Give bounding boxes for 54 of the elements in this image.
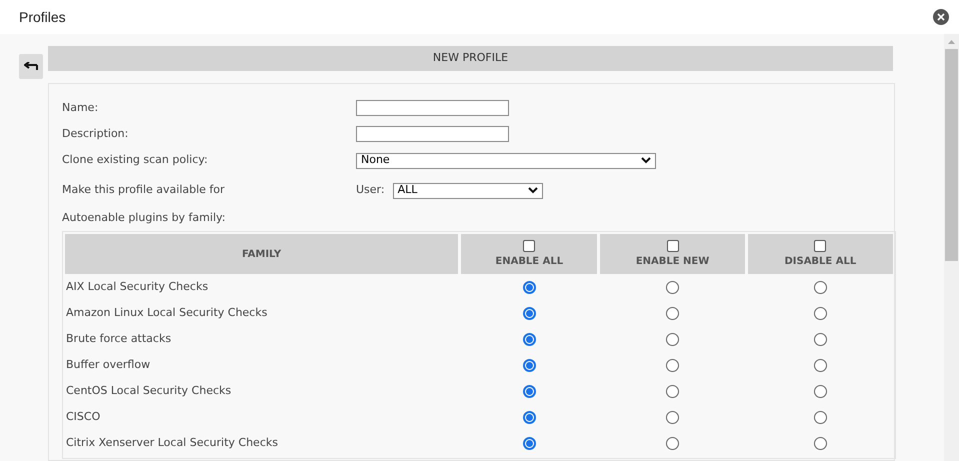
radio-button[interactable]	[814, 280, 827, 294]
text-field[interactable]	[356, 126, 509, 142]
user-label: User:	[356, 182, 385, 198]
header-checkbox[interactable]	[814, 240, 826, 252]
radio-button[interactable]	[522, 384, 536, 398]
family-cell-text: CentOS Local Security Checks	[65, 382, 232, 399]
column-label: DISABLE ALL	[784, 254, 856, 268]
panel-header: NEW PROFILE	[48, 46, 893, 71]
family-cell-text: Brute force attacks	[65, 330, 172, 347]
radio-button[interactable]	[522, 436, 536, 450]
radio-button[interactable]	[666, 358, 680, 372]
radio-button[interactable]	[522, 358, 536, 372]
header-checkbox[interactable]	[523, 240, 536, 252]
header-checkbox[interactable]	[666, 240, 679, 252]
radio-button[interactable]	[522, 410, 536, 424]
close-icon[interactable]	[933, 9, 949, 25]
radio-button[interactable]	[522, 280, 536, 294]
field-label: Make this profile available for	[62, 182, 226, 198]
column-label: ENABLE ALL	[495, 254, 564, 268]
radio-button[interactable]	[666, 280, 680, 294]
family-cell-text: AIX Local Security Checks	[65, 278, 210, 295]
text-field[interactable]	[356, 100, 509, 116]
back-button[interactable]	[19, 54, 43, 79]
scrollbar-thumb[interactable]	[945, 49, 958, 261]
radio-button[interactable]	[522, 306, 536, 320]
radio-button[interactable]	[666, 384, 680, 398]
column-label: ENABLE NEW	[636, 254, 710, 268]
radio-button[interactable]	[814, 306, 827, 320]
scrollbar[interactable]	[944, 34, 959, 461]
radio-button[interactable]	[814, 410, 827, 424]
back-arrow-icon	[24, 62, 38, 72]
radio-button[interactable]	[814, 358, 827, 372]
family-cell-text: CISCO	[65, 408, 102, 425]
radio-button[interactable]	[522, 332, 536, 346]
select-field[interactable]: ALL	[392, 182, 543, 198]
window-title: Profiles	[19, 8, 66, 26]
radio-button[interactable]	[814, 436, 827, 450]
field-label: Description:	[62, 126, 130, 142]
radio-button[interactable]	[666, 306, 680, 320]
radio-button[interactable]	[666, 410, 680, 424]
family-cell-text: Buffer overflow	[65, 356, 152, 373]
family-cell-text: Amazon Linux Local Security Checks	[65, 304, 268, 321]
radio-button[interactable]	[666, 436, 680, 450]
select-field[interactable]: None	[356, 152, 656, 168]
column-header: FAMILY	[65, 234, 458, 274]
radio-button[interactable]	[666, 332, 680, 346]
field-label: Clone existing scan policy:	[62, 152, 209, 168]
radio-button[interactable]	[814, 332, 827, 346]
chevron-down-icon	[528, 187, 538, 194]
field-label: Autoenable plugins by family:	[62, 210, 226, 226]
chevron-down-icon	[641, 157, 651, 164]
family-cell-text: Citrix Xenserver Local Security Checks	[65, 434, 279, 451]
field-label: Name:	[62, 100, 100, 116]
radio-button[interactable]	[814, 384, 827, 398]
